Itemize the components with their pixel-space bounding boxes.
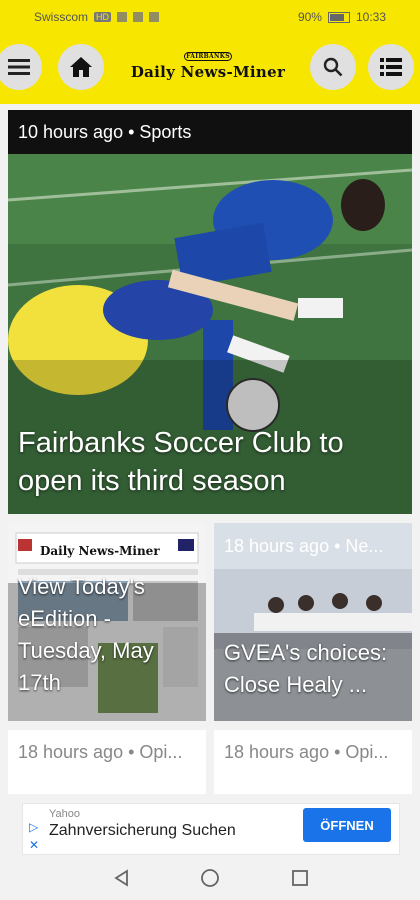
recents-button[interactable] [288, 866, 312, 890]
logo-text: Daily News-Miner [130, 63, 286, 81]
hero-meta: 10 hours ago • Sports [8, 110, 412, 154]
network-badge: HD [94, 12, 112, 22]
opinion-meta: 18 hours ago • Opi... [18, 742, 183, 762]
opinion-card[interactable]: 18 hours ago • Opi... [214, 730, 412, 794]
svg-text:Daily News-Miner: Daily News-Miner [40, 544, 160, 558]
opinion-meta: 18 hours ago • Opi... [224, 742, 389, 762]
hamburger-icon [8, 59, 30, 75]
hero-title[interactable]: Fairbanks Soccer Club to open its third … [18, 424, 402, 500]
ad-text[interactable]: Zahnversicherung Suchen [49, 822, 236, 840]
opinion-card[interactable]: 18 hours ago • Opi... [8, 730, 206, 794]
square-recents-icon [292, 870, 308, 886]
ad-open-button[interactable]: ÖFFNEN [303, 808, 391, 842]
back-icon [114, 869, 128, 887]
sections-button[interactable] [368, 44, 414, 90]
eedition-card[interactable]: Daily News-Miner View Today's eEdition -… [8, 523, 206, 721]
eedition-title: View Today's eEdition - Tuesday, May 17t… [18, 574, 154, 695]
hero-story-card[interactable]: 10 hours ago • Sports Fairbanks Soccer C… [8, 110, 412, 514]
ad-choices-icon[interactable]: ▷ [29, 820, 38, 834]
system-nav-bar [0, 856, 420, 900]
app-logo: FAIRBANKS Daily News-Miner [116, 52, 300, 82]
menu-button[interactable] [0, 44, 42, 90]
back-button[interactable] [110, 866, 134, 890]
ad-banner[interactable]: ▷ ✕ Yahoo Zahnversicherung Suchen ÖFFNEN [22, 803, 400, 855]
close-icon[interactable]: ✕ [29, 838, 39, 852]
circle-home-icon [201, 869, 219, 887]
home-button[interactable] [58, 44, 104, 90]
clock: 10:33 [355, 10, 386, 24]
news-meta: 18 hours ago • Ne... [224, 536, 384, 556]
home-icon [70, 57, 92, 77]
home-system-button[interactable] [198, 866, 222, 890]
mail-icon [149, 12, 160, 22]
logo-small: FAIRBANKS [184, 52, 232, 61]
status-bar: Swisscom HD 90% 10:33 [0, 0, 420, 34]
search-icon [323, 57, 343, 77]
signal-icon [117, 12, 128, 22]
battery-icon [327, 11, 350, 23]
app-bar: FAIRBANKS Daily News-Miner [0, 34, 420, 104]
battery-percent: 90% [297, 10, 322, 24]
ad-sponsor: Yahoo [49, 808, 80, 820]
search-button[interactable] [310, 44, 356, 90]
news-title: GVEA's choices: Close Healy ... [224, 640, 388, 697]
list-icon [380, 58, 402, 76]
wifi-icon [133, 12, 144, 22]
news-card[interactable]: 18 hours ago • Ne... GVEA's choices: Clo… [214, 523, 412, 721]
carrier-label: Swisscom [34, 10, 89, 24]
